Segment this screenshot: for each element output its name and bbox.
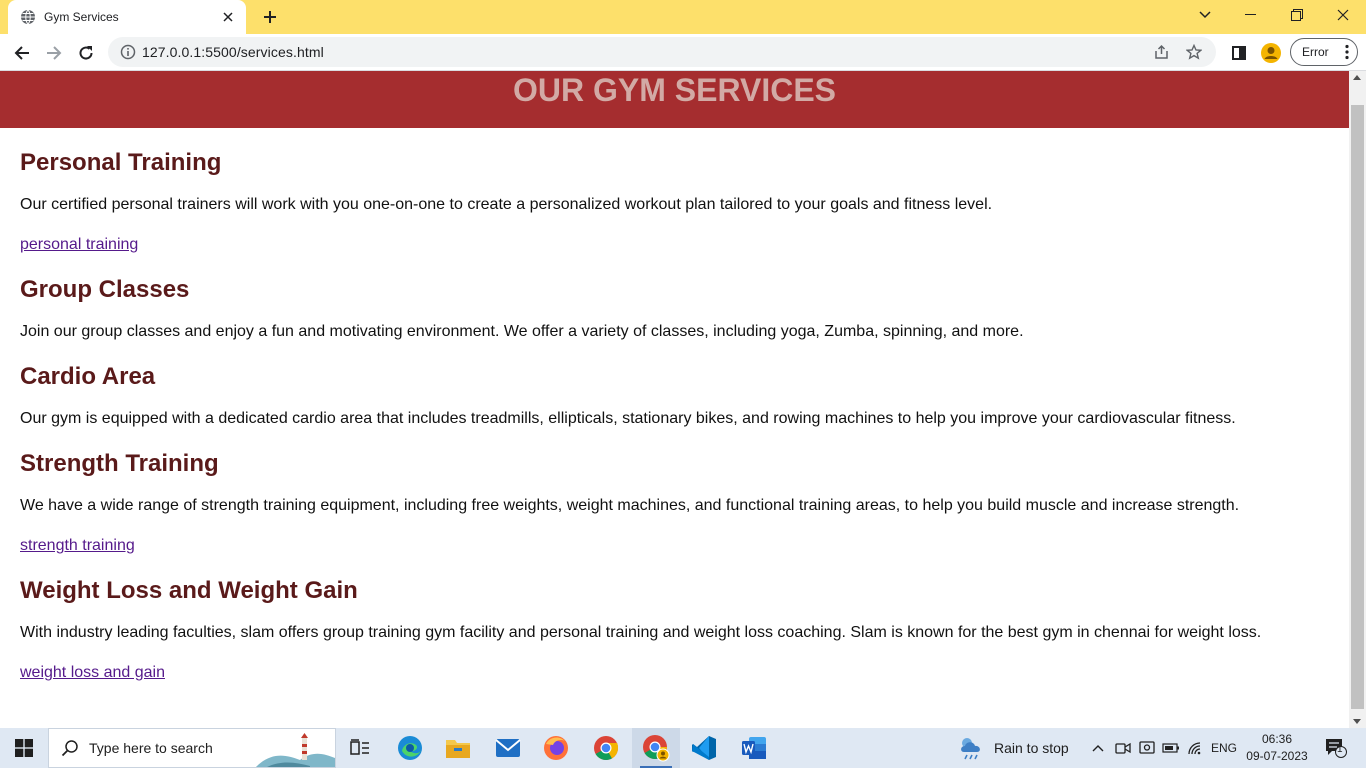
word-icon[interactable] bbox=[730, 728, 778, 768]
weather-text: Rain to stop bbox=[994, 740, 1069, 756]
taskbar: Type here to search Rain to stop ENG 06:… bbox=[0, 728, 1366, 768]
firefox-icon[interactable] bbox=[532, 728, 580, 768]
mail-icon[interactable] bbox=[484, 728, 532, 768]
side-panel-icon[interactable] bbox=[1227, 41, 1251, 65]
battery-icon[interactable] bbox=[1160, 728, 1182, 768]
lighthouse-illustration-icon bbox=[256, 733, 335, 767]
screen-capture-icon[interactable] bbox=[1136, 728, 1158, 768]
bookmark-star-icon[interactable] bbox=[1184, 42, 1204, 62]
page-title: OUR GYM SERVICES bbox=[512, 72, 837, 108]
service-title: Personal Training bbox=[20, 149, 222, 176]
service-title: Weight Loss and Weight Gain bbox=[20, 577, 358, 604]
new-tab-icon[interactable] bbox=[259, 7, 281, 27]
service-description: With industry leading faculties, slam of… bbox=[20, 624, 1262, 641]
service-title: Strength Training bbox=[20, 450, 219, 477]
scroll-up-arrow-icon[interactable] bbox=[1353, 75, 1361, 80]
tab-gym-services[interactable]: Gym Services bbox=[8, 0, 246, 34]
service-description: Our certified personal trainers will wor… bbox=[20, 196, 993, 213]
chrome-profile-window-icon[interactable] bbox=[632, 728, 680, 768]
scrollbar-thumb[interactable] bbox=[1351, 105, 1364, 709]
globe-icon bbox=[21, 9, 35, 25]
search-icon bbox=[61, 740, 78, 757]
tab-title: Gym Services bbox=[44, 10, 119, 24]
service-title: Group Classes bbox=[20, 276, 190, 303]
service-description: Join our group classes and enjoy a fun a… bbox=[20, 323, 1024, 340]
url-text[interactable]: 127.0.0.1:5500/services.html bbox=[142, 44, 1152, 60]
share-icon[interactable] bbox=[1152, 42, 1172, 62]
clock-date: 09-07-2023 bbox=[1246, 749, 1308, 763]
forward-arrow-icon[interactable] bbox=[40, 39, 68, 67]
browser-toolbar: 127.0.0.1:5500/services.html Error bbox=[0, 34, 1366, 71]
strength-training-link[interactable]: strength training bbox=[20, 536, 135, 556]
menu-dots-icon[interactable] bbox=[1345, 44, 1349, 60]
minimize-icon[interactable] bbox=[1228, 0, 1274, 30]
service-strength-training: Strength Training We have a wide range o… bbox=[20, 450, 1329, 556]
profile-avatar-icon[interactable] bbox=[1259, 41, 1283, 65]
site-info-icon[interactable] bbox=[120, 44, 136, 60]
tab-strip: Gym Services bbox=[0, 0, 1366, 34]
windows-start-icon[interactable] bbox=[0, 728, 48, 768]
weight-loss-gain-link[interactable]: weight loss and gain bbox=[20, 663, 165, 683]
weather-widget[interactable]: Rain to stop bbox=[958, 728, 1069, 768]
taskbar-search-box[interactable]: Type here to search bbox=[48, 728, 336, 768]
language-indicator[interactable]: ENG bbox=[1208, 728, 1240, 768]
service-personal-training: Personal Training Our certified personal… bbox=[20, 149, 1329, 255]
back-arrow-icon[interactable] bbox=[8, 39, 36, 67]
page-scrollbar[interactable] bbox=[1349, 71, 1366, 728]
wifi-icon[interactable] bbox=[1184, 728, 1206, 768]
language-text: ENG bbox=[1210, 741, 1237, 755]
profile-error-label: Error bbox=[1302, 45, 1329, 59]
reload-icon[interactable] bbox=[72, 39, 100, 67]
chrome-icon[interactable] bbox=[582, 728, 630, 768]
clock-time: 06:36 bbox=[1261, 732, 1293, 746]
close-tab-icon[interactable] bbox=[220, 9, 236, 25]
service-weight-loss-gain: Weight Loss and Weight Gain With industr… bbox=[20, 577, 1329, 683]
address-bar[interactable]: 127.0.0.1:5500/services.html bbox=[108, 37, 1216, 67]
scroll-down-arrow-icon[interactable] bbox=[1353, 719, 1361, 724]
notification-center-icon[interactable]: 1 bbox=[1320, 728, 1352, 768]
service-description: We have a wide range of strength trainin… bbox=[20, 497, 1240, 514]
page-header: OUR GYM SERVICES bbox=[0, 71, 1349, 128]
service-description: Our gym is equipped with a dedicated car… bbox=[20, 410, 1236, 427]
search-placeholder: Type here to search bbox=[89, 740, 213, 756]
page-viewport: OUR GYM SERVICES Personal Training Our c… bbox=[0, 71, 1349, 728]
edge-browser-icon[interactable] bbox=[386, 728, 434, 768]
task-view-icon[interactable] bbox=[336, 728, 384, 768]
services-list: Personal Training Our certified personal… bbox=[0, 149, 1349, 683]
file-explorer-icon[interactable] bbox=[434, 728, 482, 768]
close-window-icon[interactable] bbox=[1320, 0, 1366, 30]
tab-search-icon[interactable] bbox=[1182, 0, 1228, 30]
rain-cloud-icon bbox=[961, 738, 980, 760]
restore-icon[interactable] bbox=[1274, 0, 1320, 30]
service-title: Cardio Area bbox=[20, 363, 156, 390]
clock[interactable]: 06:36 09-07-2023 bbox=[1244, 731, 1310, 765]
vscode-icon[interactable] bbox=[680, 728, 728, 768]
meet-now-icon[interactable] bbox=[1112, 728, 1134, 768]
service-cardio-area: Cardio Area Our gym is equipped with a d… bbox=[20, 363, 1329, 429]
personal-training-link[interactable]: personal training bbox=[20, 235, 138, 255]
show-hidden-icons-chevron-icon[interactable] bbox=[1088, 728, 1108, 768]
profile-error-button[interactable]: Error bbox=[1290, 38, 1358, 66]
service-group-classes: Group Classes Join our group classes and… bbox=[20, 276, 1329, 342]
notification-count: 1 bbox=[1337, 744, 1343, 755]
